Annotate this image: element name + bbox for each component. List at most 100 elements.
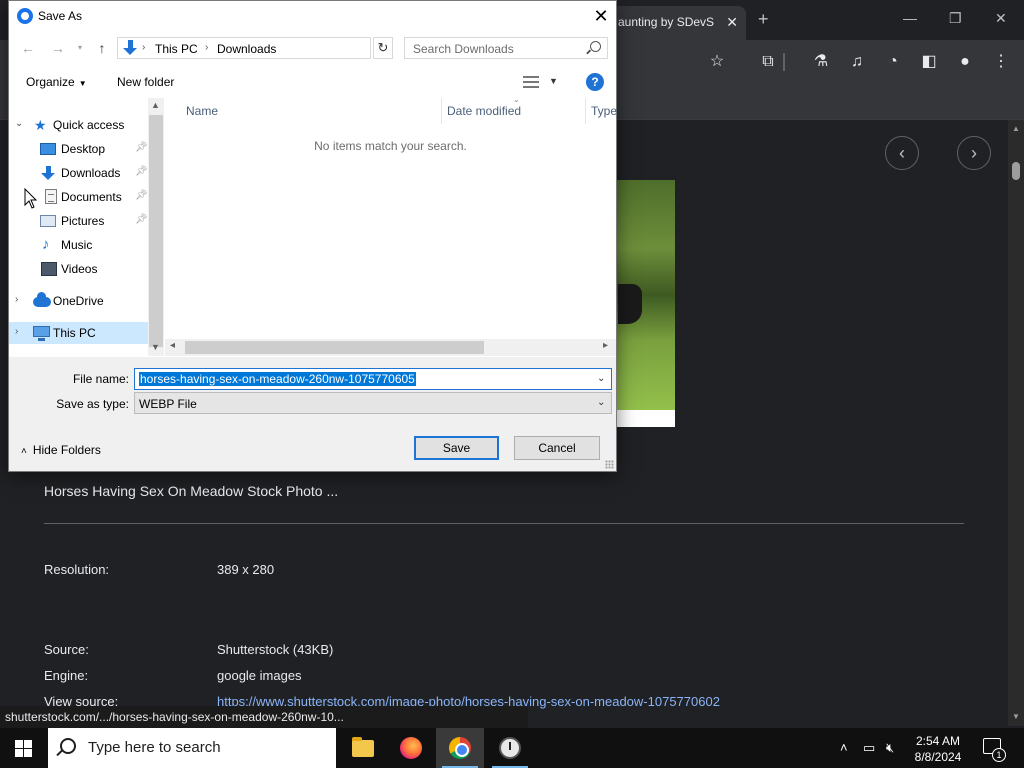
resize-grip[interactable] [605,460,614,469]
save-button[interactable]: Save [414,436,499,460]
tree-item-onedrive[interactable]: › OneDrive [9,290,148,312]
column-header-type[interactable]: Type [591,104,617,118]
scrollbar-thumb[interactable] [1012,162,1020,180]
dialog-close-button[interactable]: ✕ [589,5,613,27]
column-header-date-modified[interactable]: Date modified [447,104,521,118]
search-downloads-input[interactable]: Search Downloads [404,37,608,59]
tree-item-music[interactable]: ♪ Music [9,234,148,256]
scroll-up-icon[interactable]: ▲ [1012,124,1020,133]
command-bar: Organize ▼ New folder ▼ ? [9,67,616,97]
extensions-icon[interactable]: ⧉ [758,52,778,72]
network-icon[interactable]: ▭ [863,740,875,756]
firefox-icon [400,737,422,759]
media-control-icon[interactable]: ♫ [847,52,867,72]
tree-item-videos[interactable]: Videos [9,258,148,280]
dialog-titlebar[interactable]: Save As ✕ [9,1,616,32]
organize-button[interactable]: Organize ▼ [26,75,87,89]
search-placeholder: Search Downloads [413,42,514,56]
column-separator[interactable] [441,98,442,124]
file-name-dropdown-icon[interactable]: ⌄ [597,373,605,384]
tree-item-pictures[interactable]: Pictures 📌︎ [9,210,148,232]
up-arrow-icon[interactable]: ↑ [93,39,111,57]
tree-label-downloads: Downloads [61,166,121,180]
profile-avatar-icon[interactable]: ● [955,52,975,72]
save-form: File name: horses-having-sex-on-meadow-2… [9,357,616,471]
hide-folders-button[interactable]: ˄ Hide Folders [21,443,101,457]
image-preview[interactable] [612,180,675,410]
nav-pane-scrollbar[interactable]: ▲ ▼ [148,98,164,356]
scroll-up-icon[interactable]: ▲ [151,100,160,110]
tree-item-this-pc[interactable]: › This PC [9,322,148,344]
downloads-icon [41,166,57,180]
tree-item-desktop[interactable]: Desktop 📌︎ [9,138,148,160]
browser-tab[interactable]: aunting by SDevS ✕ [612,6,746,40]
new-folder-button[interactable]: New folder [117,75,174,89]
extension-clock-icon[interactable]: ◔ [883,52,903,72]
expand-chevron-icon[interactable]: › [15,326,18,337]
forward-arrow-icon[interactable]: → [49,39,67,57]
downloads-folder-icon [123,40,137,56]
address-bar[interactable]: › This PC › Downloads ⌄ [117,37,471,59]
hscroll-thumb[interactable] [185,341,484,354]
view-options-caret-icon[interactable]: ▼ [549,76,558,86]
breadcrumb-this-pc[interactable]: This PC [155,42,198,56]
save-as-type-dropdown-icon[interactable]: ⌄ [597,397,605,408]
details-divider [44,523,964,524]
expand-chevron-icon[interactable]: ⌄ [15,118,23,129]
breadcrumb-downloads[interactable]: Downloads [217,42,276,56]
back-arrow-icon[interactable]: ← [19,39,37,57]
scroll-right-icon[interactable]: ▸ [603,340,608,351]
tab-close-icon[interactable]: ✕ [726,14,738,31]
music-note-icon: ♪ [42,236,50,253]
previous-image-button[interactable]: ‹ [885,136,919,170]
scroll-down-icon[interactable]: ▼ [1012,712,1020,721]
view-options-icon[interactable] [523,76,539,88]
window-close-icon[interactable]: ✕ [995,10,1007,27]
page-scrollbar[interactable]: ▲ ▼ [1008,120,1024,726]
bookmark-star-icon[interactable]: ☆ [707,52,727,72]
file-name-input[interactable]: horses-having-sex-on-meadow-260nw-107577… [134,368,612,390]
save-as-type-select[interactable]: WEBP File ⌄ [134,392,612,414]
tree-item-quick-access[interactable]: ⌄ ★ Quick access [9,114,148,136]
taskbar-file-explorer[interactable] [338,728,386,768]
nav-scrollbar-thumb[interactable] [149,115,163,347]
save-as-dialog: Save As ✕ ← → ▾ ↑ › This PC › Downloads … [8,0,617,472]
tree-label-this-pc: This PC [53,326,96,340]
tree-label-pictures: Pictures [61,214,105,228]
taskbar-chrome[interactable] [436,728,484,768]
help-icon[interactable]: ? [586,73,604,91]
column-separator[interactable] [585,98,586,124]
scroll-down-icon[interactable]: ▼ [151,342,160,352]
refresh-icon[interactable]: ↻ [373,37,393,59]
taskbar-search-box[interactable]: Type here to search [48,728,336,768]
minimize-icon[interactable]: — [903,10,917,26]
chrome-app-icon [17,8,33,24]
start-button[interactable] [0,728,48,768]
save-as-type-value: WEBP File [139,397,197,411]
quick-access-star-icon: ★ [34,117,47,133]
breadcrumb-separator-icon[interactable]: › [142,42,145,53]
scroll-left-icon[interactable]: ◂ [170,340,175,351]
tray-clock[interactable]: 2:54 AM 8/8/2024 [908,733,968,765]
taskbar-firefox[interactable] [387,728,435,768]
column-header-name[interactable]: Name [186,104,218,118]
pin-icon: 📌︎ [135,190,148,201]
new-tab-button[interactable]: + [758,9,769,30]
volume-muted-icon[interactable]: 🔇︎ [886,740,894,756]
tree-item-downloads[interactable]: Downloads 📌︎ [9,162,148,184]
browser-menu-icon[interactable]: ⋮ [991,52,1011,72]
restore-icon[interactable]: ❐ [949,10,962,27]
side-panel-icon[interactable]: ◧ [919,52,939,72]
tray-time: 2:54 AM [915,734,961,748]
breadcrumb-separator-icon[interactable]: › [205,42,208,53]
file-list-horizontal-scrollbar[interactable]: ◂ ▸ [165,339,616,356]
cancel-button[interactable]: Cancel [514,436,600,460]
pictures-icon [40,215,56,227]
recent-locations-chevron-icon[interactable]: ▾ [71,39,89,57]
tray-overflow-chevron-icon[interactable]: ˄ [840,740,848,755]
taskbar-clock-app[interactable] [486,728,534,768]
expand-chevron-icon[interactable]: › [15,294,18,305]
labs-flask-icon[interactable]: ⚗ [811,52,831,72]
file-name-value[interactable]: horses-having-sex-on-meadow-260nw-107577… [139,372,416,386]
next-image-button[interactable]: › [957,136,991,170]
